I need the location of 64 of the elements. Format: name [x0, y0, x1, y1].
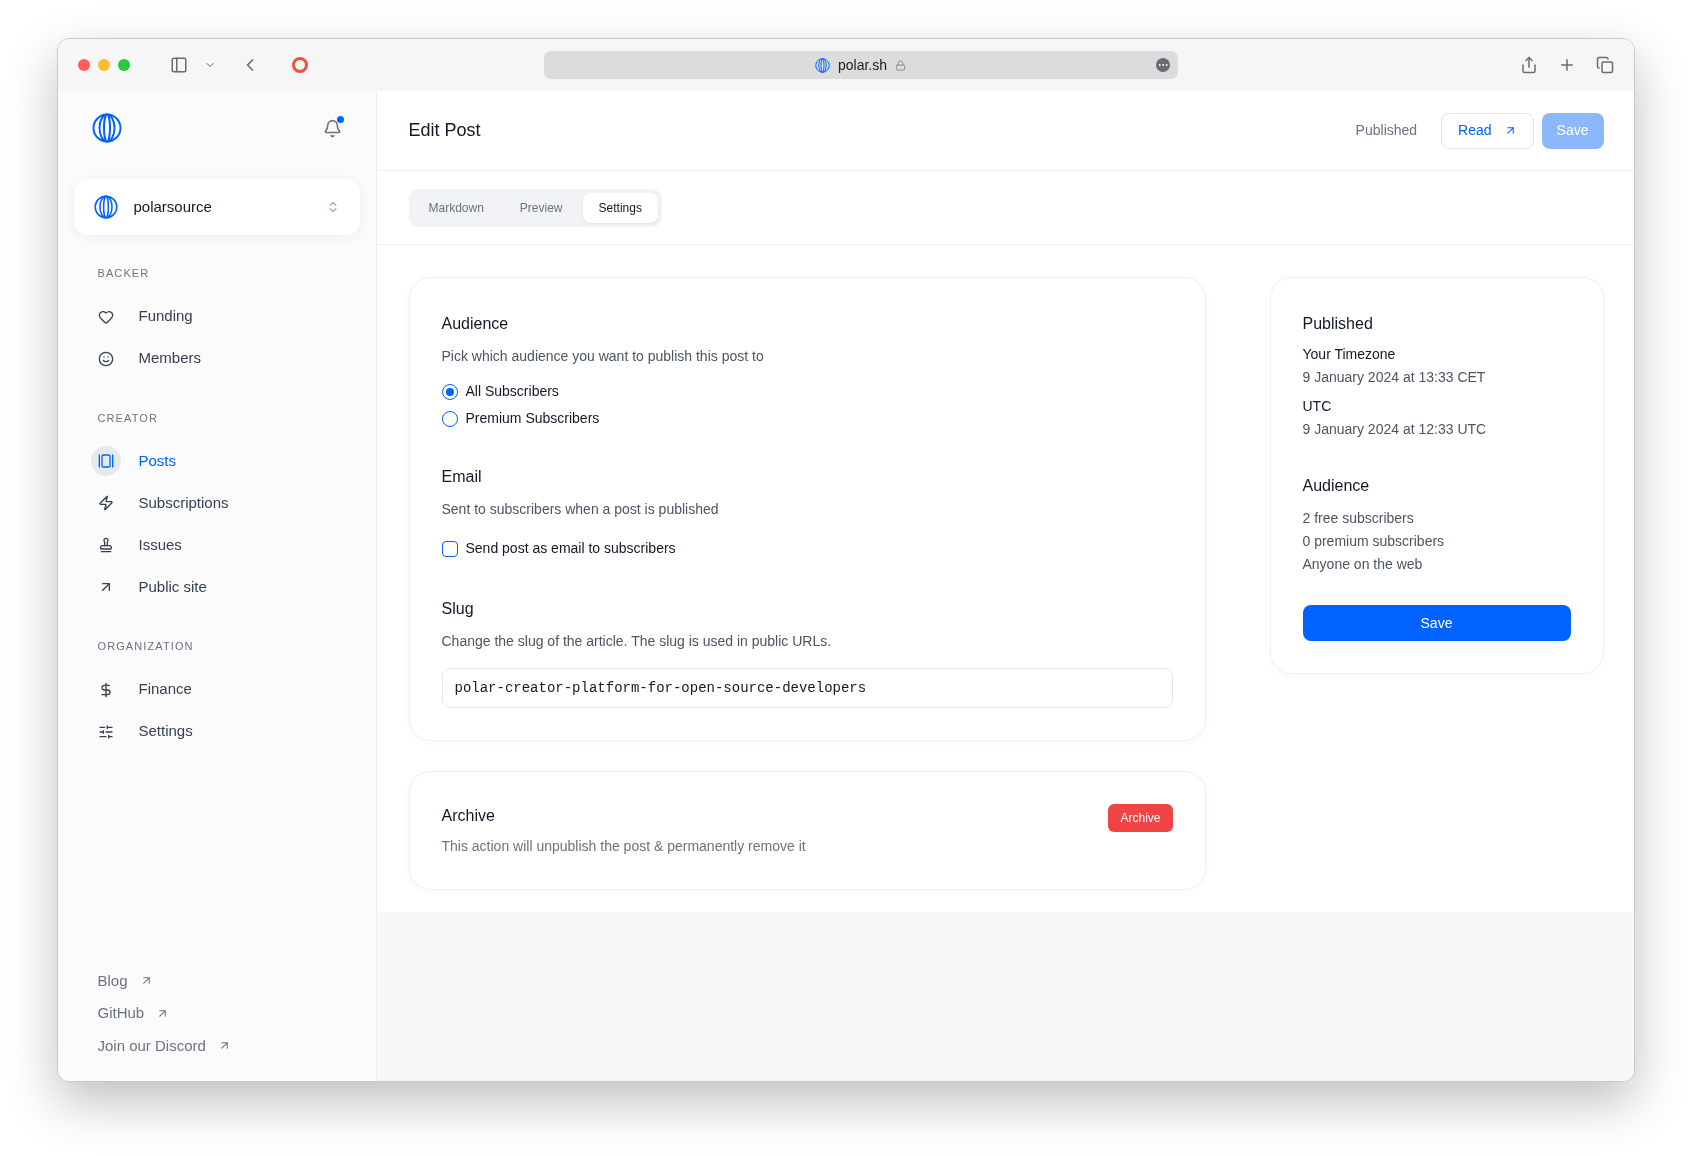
- status-text: Published: [1355, 121, 1418, 140]
- footer-link[interactable]: Blog: [97, 969, 336, 992]
- save-button[interactable]: Save: [1302, 605, 1571, 641]
- time-value: 9 January 2024 at 12:33 UTC: [1302, 420, 1488, 439]
- section-heading: ORGANIZATION: [96, 639, 195, 654]
- tab[interactable]: Preview: [503, 192, 579, 223]
- sidebar-item[interactable]: Public site: [73, 566, 360, 608]
- audience-count-text: 0 premium subscribers: [1302, 532, 1446, 551]
- section-heading: BACKER: [96, 266, 151, 281]
- section-description: Change the slug of the article. The slug is used in public URLs.: [441, 632, 833, 651]
- close-window-icon[interactable]: [77, 59, 90, 71]
- share-icon[interactable]: [1519, 56, 1538, 74]
- address-bar[interactable]: polar.sh: [543, 51, 1178, 79]
- section-title: Audience: [441, 314, 510, 334]
- audience-option[interactable]: All Subscribers: [441, 381, 1173, 402]
- time-label: Your Timezone: [1302, 345, 1397, 364]
- section-title: Slug: [441, 599, 475, 619]
- time-value: 9 January 2024 at 13:33 CET: [1302, 368, 1487, 387]
- section-description: This action will unpublish the post & permanently remove it: [441, 837, 807, 856]
- sidebar-item[interactable]: Subscriptions: [73, 482, 360, 524]
- nav-icon: [97, 453, 114, 469]
- sidebar-item[interactable]: Settings: [73, 710, 360, 753]
- section-description: Pick which audience you want to publish this post to: [441, 347, 765, 366]
- summary-title: Audience: [1302, 476, 1371, 496]
- logo-icon: [91, 113, 122, 143]
- email-checkbox-option[interactable]: Send post as email to subscribers: [441, 538, 1173, 559]
- audience-count-text: Anyone on the web: [1302, 555, 1424, 574]
- sidebar-item[interactable]: Issues: [73, 524, 360, 566]
- nav-icon: [97, 350, 114, 367]
- nav-icon: [97, 495, 114, 511]
- section-description: Sent to subscribers when a post is published: [441, 500, 720, 519]
- ring-icon[interactable]: [291, 57, 308, 73]
- nav-icon: [97, 308, 114, 325]
- section-title: Archive: [441, 806, 496, 826]
- page-title: Edit Post: [408, 119, 481, 142]
- nav-icon: [97, 723, 114, 740]
- footer-link[interactable]: Join our Discord: [97, 1034, 336, 1057]
- logo-icon: [814, 57, 830, 73]
- sidebar-item[interactable]: Finance: [73, 668, 360, 711]
- read-button[interactable]: Read: [1441, 112, 1534, 149]
- more-icon[interactable]: [1155, 58, 1170, 72]
- sidebar-item[interactable]: Members: [73, 337, 360, 380]
- nav-icon: [97, 537, 114, 553]
- sidebar-icon[interactable]: [169, 56, 188, 74]
- notification-bell-icon[interactable]: [322, 118, 342, 138]
- logo-icon: [93, 195, 118, 219]
- audience-count-text: 2 free subscribers: [1302, 509, 1415, 528]
- sidebar-item[interactable]: Posts: [73, 440, 360, 482]
- checkbox[interactable]: [441, 540, 458, 557]
- sidebar-item[interactable]: Funding: [73, 295, 360, 338]
- section-title: Email: [441, 467, 483, 487]
- tab[interactable]: Settings: [582, 192, 658, 223]
- slug-input-field[interactable]: polar-creator-platform-for-open-source-developers: [441, 668, 1173, 708]
- url-text: polar.sh: [837, 55, 887, 75]
- audience-option[interactable]: Premium Subscribers: [441, 408, 1173, 429]
- footer-link[interactable]: GitHub: [97, 1002, 336, 1025]
- organization-selector[interactable]: polarsource: [73, 179, 360, 235]
- lock-icon: [895, 59, 906, 71]
- summary-title: Published: [1302, 314, 1374, 334]
- time-label: UTC: [1302, 397, 1333, 416]
- archive-button[interactable]: Archive: [1108, 804, 1173, 832]
- tab[interactable]: Markdown: [412, 192, 500, 223]
- tabs-overview-icon[interactable]: [1595, 56, 1614, 74]
- section-heading: CREATOR: [96, 410, 159, 426]
